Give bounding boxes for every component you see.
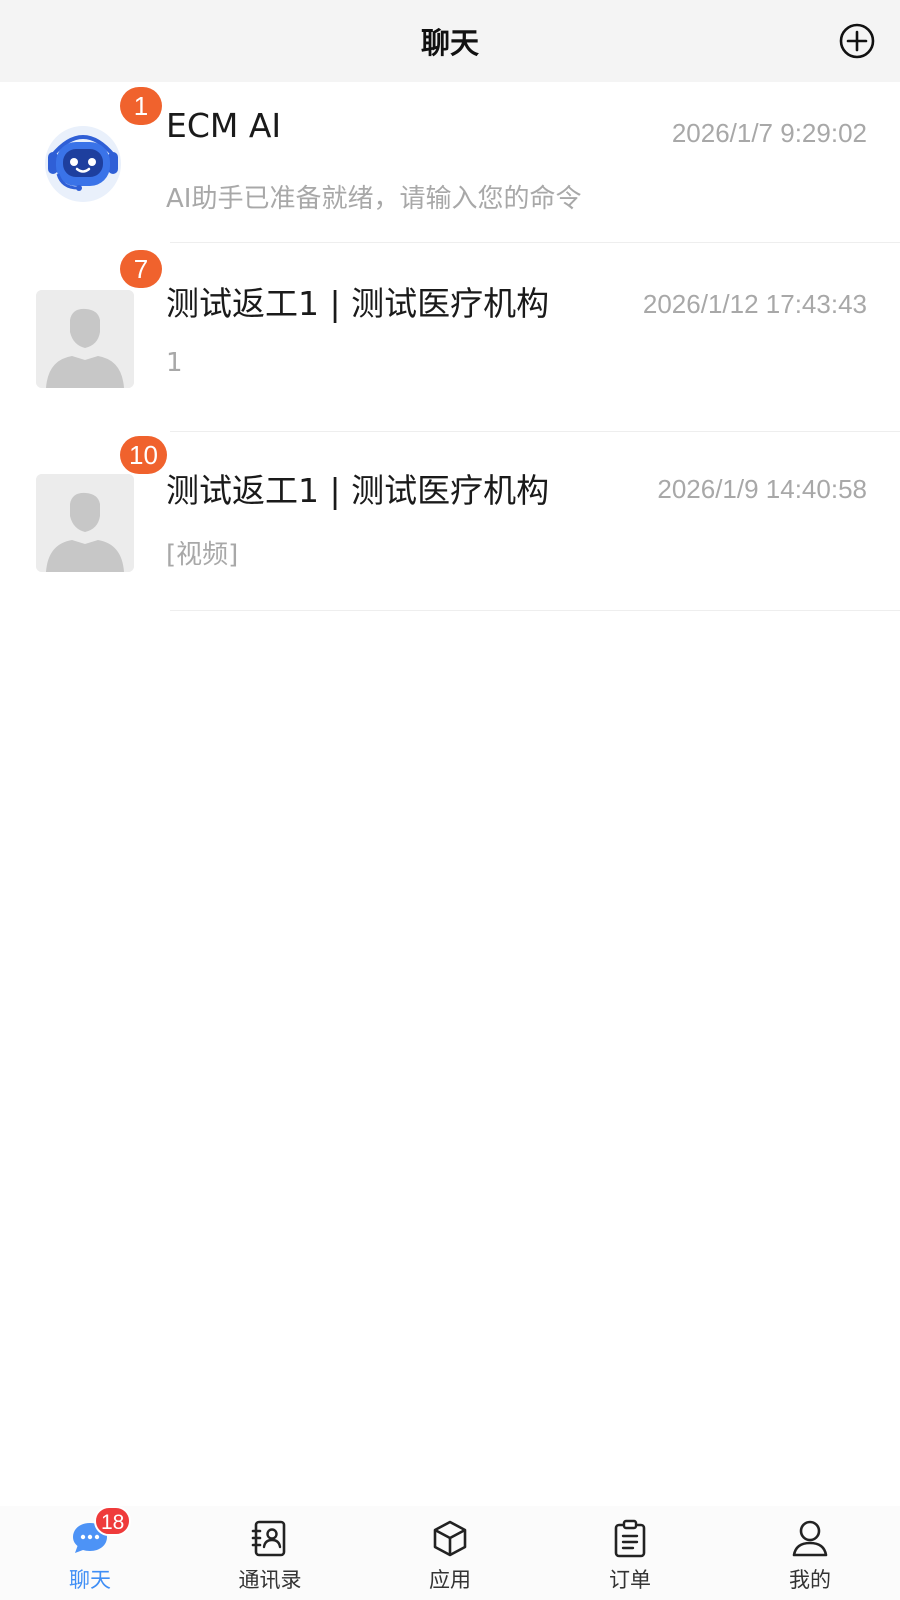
clipboard-icon (614, 1519, 646, 1558)
chat-preview: AI助手已准备就绪，请输入您的命令 (166, 184, 582, 214)
bottom-tab-bar: 18 聊天 通讯录 应用 订单 我的 (0, 1506, 900, 1600)
unread-badge: 1 (120, 87, 162, 125)
chat-item-ecm-ai[interactable]: 1 ECM AI 2026/1/7 9:29:02 AI助手已准备就绪，请输入您… (0, 82, 900, 243)
chat-preview: 1 (166, 348, 183, 378)
tab-label: 通讯录 (238, 1568, 302, 1592)
add-circle-icon[interactable] (837, 21, 877, 61)
person-icon (792, 1520, 828, 1557)
top-bar: 聊天 (0, 0, 900, 82)
tab-label: 我的 (789, 1568, 831, 1592)
divider (170, 610, 900, 611)
robot-avatar-icon (34, 114, 132, 212)
chat-time: 2026/1/12 17:43:43 (642, 289, 867, 319)
tab-contacts[interactable]: 通讯录 (180, 1506, 360, 1600)
tab-apps[interactable]: 应用 (360, 1506, 540, 1600)
chat-name: 测试返工1 | 测试医疗机构 (166, 284, 550, 323)
default-avatar-icon (36, 474, 134, 572)
tab-profile[interactable]: 我的 (720, 1506, 900, 1600)
contacts-icon (251, 1520, 286, 1557)
tab-orders[interactable]: 订单 (540, 1506, 720, 1600)
tab-chat[interactable]: 18 聊天 (0, 1506, 180, 1600)
chat-preview: [视频] (166, 540, 239, 570)
chat-item-group-2[interactable]: 10 测试返工1 | 测试医疗机构 2026/1/9 14:40:58 [视频] (0, 432, 900, 611)
page-title: 聊天 (420, 26, 479, 60)
chat-item-group-1[interactable]: 7 测试返工1 | 测试医疗机构 2026/1/12 17:43:43 1 (0, 243, 900, 432)
tab-unread-badge: 18 (94, 1506, 132, 1536)
tab-label: 应用 (429, 1568, 471, 1592)
tab-label: 订单 (609, 1568, 651, 1592)
unread-badge: 10 (120, 436, 167, 474)
chat-name: ECM AI (166, 106, 282, 145)
default-avatar-icon (36, 290, 134, 388)
unread-badge: 7 (120, 250, 162, 288)
chat-time: 2026/1/7 9:29:02 (671, 118, 867, 148)
chat-time: 2026/1/9 14:40:58 (657, 474, 867, 504)
chat-list: 1 ECM AI 2026/1/7 9:29:02 AI助手已准备就绪，请输入您… (0, 82, 900, 611)
chat-name: 测试返工1 | 测试医疗机构 (166, 471, 550, 510)
tab-label: 聊天 (69, 1568, 111, 1592)
cube-icon (433, 1520, 467, 1557)
